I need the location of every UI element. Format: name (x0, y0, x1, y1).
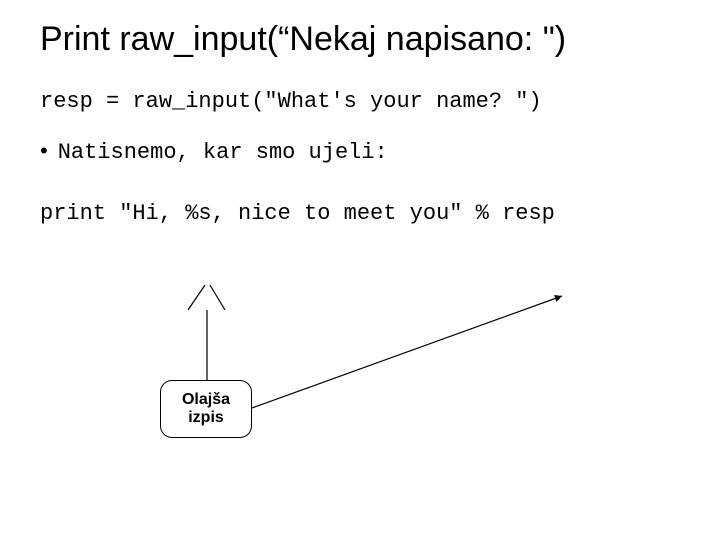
spacer (40, 191, 690, 201)
code-assignment-line: resp = raw_input("What's your name? ") (40, 89, 690, 114)
callout-line-2: izpis (188, 409, 224, 427)
wedge-right (210, 285, 225, 310)
code-print-line: print "Hi, %s, nice to meet you" % resp (40, 201, 690, 226)
callout-line-1: Olajša (182, 391, 230, 409)
slide: Print raw_input(“Nekaj napisano: ") resp… (0, 0, 720, 540)
bullet-marker: • (40, 140, 48, 162)
callout-box: Olajša izpis (160, 380, 252, 438)
bullet-item: • Natisnemo, kar smo ujeli: (40, 140, 690, 165)
bullet-text: Natisnemo, kar smo ujeli: (58, 140, 388, 165)
wedge-left (188, 285, 205, 310)
slide-title: Print raw_input(“Nekaj napisano: ") (40, 20, 690, 59)
annotation-arrows (0, 0, 720, 540)
arrow-long-to-resp (252, 296, 562, 408)
